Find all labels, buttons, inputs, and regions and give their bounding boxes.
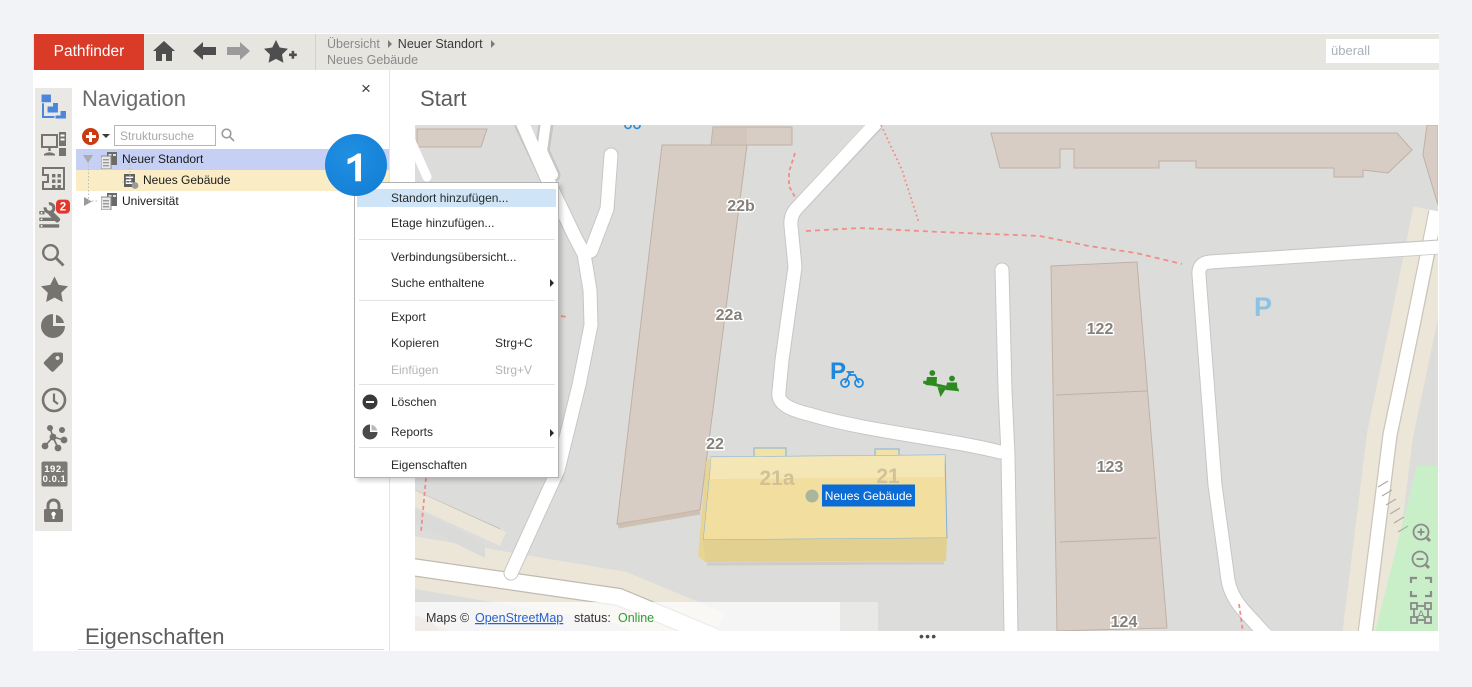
svg-text:22a: 22a (716, 307, 743, 324)
svg-text:123: 123 (1097, 459, 1124, 476)
svg-text:122: 122 (1087, 321, 1114, 338)
svg-text:22b: 22b (727, 198, 755, 215)
svg-text:P: P (830, 358, 846, 385)
svg-text:status:: status: (574, 611, 611, 625)
svg-text:Maps ©: Maps © (426, 611, 470, 625)
svg-text:Online: Online (618, 611, 654, 625)
svg-text:2: 2 (60, 201, 66, 213)
svg-text:124: 124 (1111, 614, 1138, 631)
svg-text:21a: 21a (759, 467, 794, 490)
svg-text:0.0.1: 0.0.1 (43, 474, 67, 485)
svg-text:A: A (1417, 609, 1425, 621)
svg-text:OpenStreetMap: OpenStreetMap (475, 611, 563, 625)
svg-text:22: 22 (706, 436, 724, 453)
svg-text:P: P (1254, 292, 1272, 322)
svg-text:Neues Gebäude: Neues Gebäude (825, 489, 913, 503)
